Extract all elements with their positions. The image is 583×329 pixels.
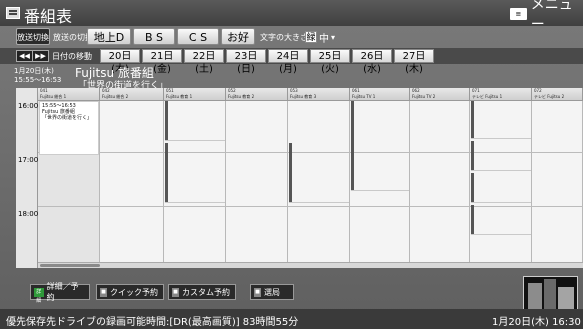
date-tab-4[interactable]: 24日(月) xyxy=(268,49,308,75)
control-row: 放送切換 放送の切換 地上D B S C S お好み 文字の大きさ : 緑 中 … xyxy=(0,26,583,61)
date-tab-0[interactable]: 20日(木) xyxy=(100,49,140,75)
play-key-icon: ■ xyxy=(254,287,261,297)
program-cell[interactable] xyxy=(289,143,349,203)
tab-bs[interactable]: B S xyxy=(133,28,175,45)
program-cell[interactable] xyxy=(165,143,225,203)
custom-reserve-button[interactable]: ■ カスタム予約 xyxy=(168,284,236,300)
program-cell[interactable] xyxy=(471,205,531,235)
detail-key-icon: 詳細 xyxy=(34,287,44,304)
date-tab-1[interactable]: 21日(金) xyxy=(142,49,182,75)
status-bar: 優先保存先ドライブの録画可能時間:[DR(最高画質)] 83時間55分 1月20… xyxy=(0,309,583,329)
next-day-icon[interactable]: ▶▶ xyxy=(32,50,49,62)
time-label: 17:00 xyxy=(18,156,39,164)
date-tab-5[interactable]: 25日(火) xyxy=(310,49,350,75)
date-tab-3[interactable]: 23日(日) xyxy=(226,49,266,75)
scroll-thumb[interactable] xyxy=(40,264,100,267)
detail-reserve-button[interactable]: 詳細 詳細／予約 xyxy=(30,282,90,304)
channel-header[interactable]: 062 Fujitsu TV 2 xyxy=(410,88,470,101)
program-cell[interactable] xyxy=(165,101,225,141)
channel-header[interactable]: 052 Fujitsu 教育 2 xyxy=(226,88,288,101)
tune-label: 選局 xyxy=(264,287,280,297)
channel-column[interactable] xyxy=(226,101,288,268)
channel-header[interactable]: 072 テレビ Fujitsu 2 xyxy=(532,88,583,101)
red-key-icon: ■ xyxy=(172,287,179,297)
detail-reserve-label: 詳細／予約 xyxy=(46,282,79,302)
blue-key-icon: ■ xyxy=(100,287,107,297)
program-cell[interactable] xyxy=(351,101,409,191)
channel-column[interactable] xyxy=(410,101,470,268)
time-column: 16:00 17:00 18:00 xyxy=(16,88,38,268)
selected-program-timerange: 15:55～16:53 xyxy=(14,76,62,84)
channel-header[interactable]: 051 Fujitsu 教育 1 xyxy=(164,88,226,101)
current-datetime: 1月20日(木) 16:30 xyxy=(492,317,581,328)
broadcast-switch-key[interactable]: 放送切換 xyxy=(16,28,50,45)
date-tab-2[interactable]: 22日(土) xyxy=(184,49,224,75)
channel-header[interactable]: 041 Fujitsu 総合 1 xyxy=(38,88,100,101)
custom-reserve-label: カスタム予約 xyxy=(182,287,230,297)
title-bar: 番組表 ≡ メニュー xyxy=(0,0,583,33)
program-cell[interactable] xyxy=(471,173,531,203)
tab-terrestrial[interactable]: 地上D xyxy=(87,28,131,45)
prev-day-icon[interactable]: ◀◀ xyxy=(16,50,33,62)
date-tab-7[interactable]: 27日(木) xyxy=(394,49,434,75)
chevron-down-icon: ▾ xyxy=(331,32,336,42)
tab-cs[interactable]: C S xyxy=(177,28,219,45)
channel-header[interactable]: 053 Fujitsu 教育 3 xyxy=(288,88,350,101)
epg-icon xyxy=(6,7,20,19)
channel-header[interactable]: 042 Fujitsu 総合 2 xyxy=(100,88,164,101)
tune-button[interactable]: ■ 選局 xyxy=(250,284,294,300)
epg-screen: 番組表 ≡ メニュー 放送切換 放送の切換 地上D B S C S お好み 文字… xyxy=(0,0,583,329)
time-label: 18:00 xyxy=(18,210,39,218)
page-title: 番組表 xyxy=(24,7,73,26)
live-preview-thumbnail xyxy=(523,276,578,312)
program-cell-selected[interactable]: 15:55～16:53 Fujitsu 旅番組 「世界の街道を行く」 xyxy=(39,101,99,155)
date-nav-label: 日付の移動 xyxy=(52,52,92,61)
menu-button[interactable]: ≡ メニュー xyxy=(510,0,583,33)
program-cell[interactable] xyxy=(471,141,531,171)
date-nav-row: ◀◀ ▶▶ 日付の移動 20日(木) 21日(金) 22日(土) 23日(日) … xyxy=(0,48,583,75)
time-label: 16:00 xyxy=(18,102,39,110)
horizontal-scrollbar[interactable] xyxy=(38,262,583,268)
quick-reserve-label: クイック予約 xyxy=(110,287,158,297)
date-tab-6[interactable]: 26日(水) xyxy=(352,49,392,75)
font-size-value: 中 xyxy=(319,33,329,45)
recording-capacity: 優先保存先ドライブの録画可能時間:[DR(最高画質)] 83時間55分 xyxy=(6,317,299,328)
program-cell[interactable] xyxy=(471,101,531,139)
button-row: 詳細 詳細／予約 ■ クイック予約 ■ カスタム予約 ■ 選局 xyxy=(0,278,583,304)
selected-program-date: 1月20日(木) xyxy=(14,67,54,75)
channel-header[interactable]: 071 テレビ Fujitsu 1 xyxy=(470,88,532,101)
menu-key-icon: ≡ xyxy=(510,8,527,20)
program-grid[interactable]: 16:00 17:00 18:00 041 Fujitsu 総合 1 042 Fuj… xyxy=(16,88,583,268)
font-size-key: 緑 xyxy=(305,31,317,43)
channel-column[interactable] xyxy=(532,101,583,268)
channel-header[interactable]: 061 Fujitsu TV 1 xyxy=(350,88,410,101)
tab-favorites[interactable]: お好み xyxy=(221,28,255,61)
quick-reserve-button[interactable]: ■ クイック予約 xyxy=(96,284,164,300)
channel-column[interactable] xyxy=(100,101,164,268)
selected-program-time: 1月20日(木) 15:55～16:53 xyxy=(14,67,61,85)
font-size-select[interactable]: 緑 中 ▾ xyxy=(305,30,336,45)
